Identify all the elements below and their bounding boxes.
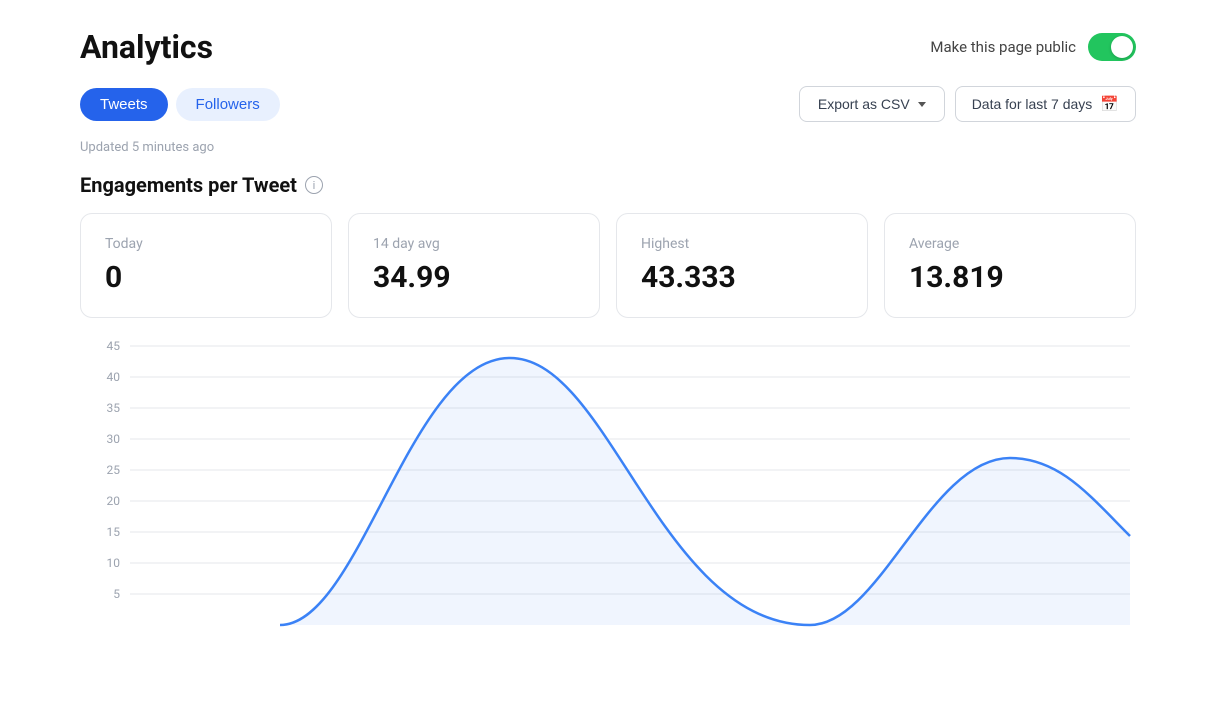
header: Analytics Make this page public: [0, 0, 1216, 66]
calendar-icon: 📅: [1100, 95, 1119, 113]
card-today-label: Today: [105, 236, 307, 252]
header-right: Make this page public: [930, 33, 1136, 61]
engagements-chart: 45 40 35 30 25 20 15 10 5: [80, 336, 1136, 646]
tabs: Tweets Followers: [80, 88, 280, 121]
tab-tweets[interactable]: Tweets: [80, 88, 168, 121]
info-icon[interactable]: i: [305, 176, 323, 194]
export-csv-button[interactable]: Export as CSV: [799, 86, 945, 122]
chart-area-fill: [280, 358, 1130, 625]
chevron-down-icon: [918, 102, 926, 107]
card-highest: Highest 43.333: [616, 213, 868, 318]
updated-row: Updated 5 minutes ago: [0, 122, 1216, 155]
toggle-thumb: [1111, 36, 1133, 58]
card-14day-value: 34.99: [373, 260, 575, 295]
card-average-label: Average: [909, 236, 1111, 252]
nav-row: Tweets Followers Export as CSV Data for …: [0, 66, 1216, 122]
section-title-row: Engagements per Tweet i: [0, 155, 1216, 197]
y-label-25: 25: [107, 463, 121, 477]
card-14day: 14 day avg 34.99: [348, 213, 600, 318]
chart-container: 45 40 35 30 25 20 15 10 5: [0, 318, 1216, 650]
card-highest-value: 43.333: [641, 260, 843, 295]
card-today-value: 0: [105, 260, 307, 295]
data-range-button[interactable]: Data for last 7 days 📅: [955, 86, 1136, 122]
section-title: Engagements per Tweet: [80, 173, 297, 197]
info-char: i: [313, 179, 316, 192]
nav-actions: Export as CSV Data for last 7 days 📅: [799, 86, 1136, 122]
make-public-toggle[interactable]: [1088, 33, 1136, 61]
y-label-10: 10: [107, 556, 121, 570]
y-label-40: 40: [107, 370, 121, 384]
data-range-label: Data for last 7 days: [972, 96, 1093, 112]
y-label-15: 15: [107, 525, 121, 539]
y-label-30: 30: [107, 432, 121, 446]
cards-row: Today 0 14 day avg 34.99 Highest 43.333 …: [0, 197, 1216, 318]
updated-text: Updated 5 minutes ago: [80, 140, 214, 155]
page-container: Analytics Make this page public Tweets F…: [0, 0, 1216, 725]
make-public-label: Make this page public: [930, 38, 1076, 56]
y-label-35: 35: [107, 401, 121, 415]
page-title: Analytics: [80, 28, 213, 66]
card-today: Today 0: [80, 213, 332, 318]
y-label-5: 5: [113, 587, 120, 601]
card-average: Average 13.819: [884, 213, 1136, 318]
export-label: Export as CSV: [818, 96, 910, 112]
toggle-track[interactable]: [1088, 33, 1136, 61]
tab-followers[interactable]: Followers: [176, 88, 280, 121]
card-highest-label: Highest: [641, 236, 843, 252]
card-14day-label: 14 day avg: [373, 236, 575, 252]
y-label-20: 20: [107, 494, 121, 508]
y-label-45: 45: [107, 339, 121, 353]
card-average-value: 13.819: [909, 260, 1111, 295]
